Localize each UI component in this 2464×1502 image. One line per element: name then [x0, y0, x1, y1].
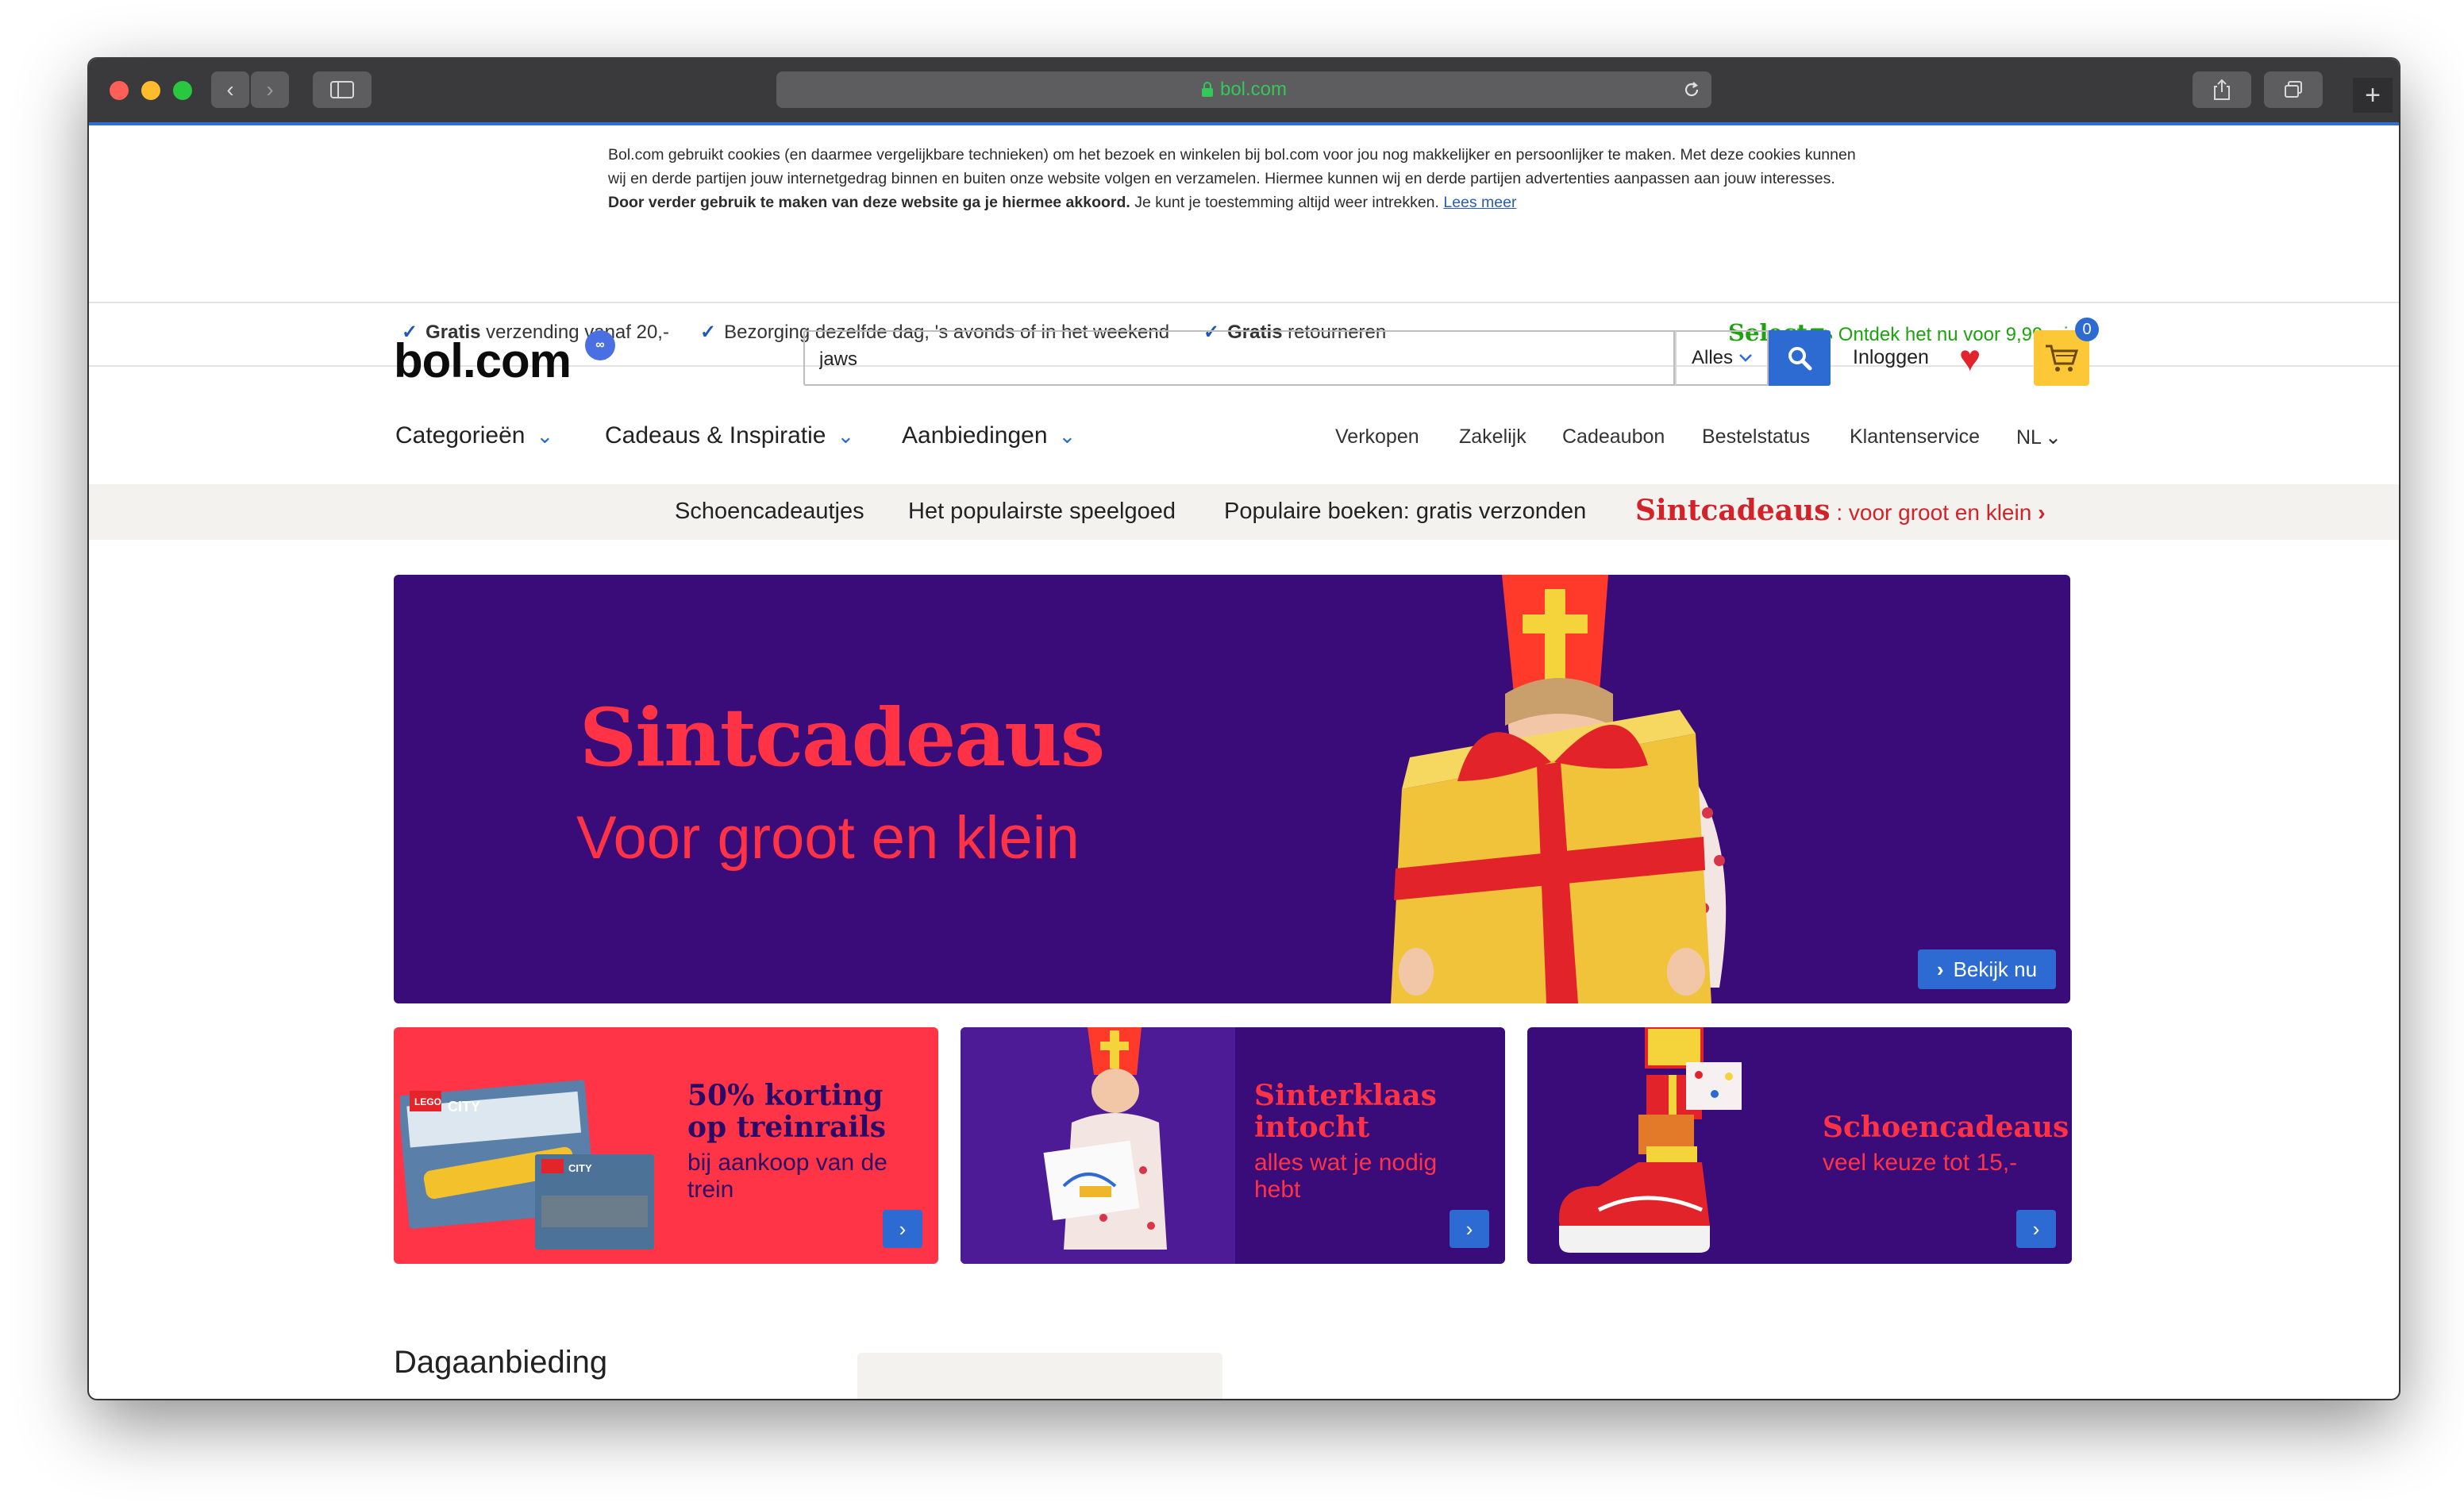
new-tab-button[interactable]: + — [2353, 78, 2393, 113]
strip-link-popular-books[interactable]: Populaire boeken: gratis verzonden — [1224, 499, 1586, 525]
search-icon — [1788, 347, 1812, 371]
chevron-right-icon: › — [2032, 1216, 2040, 1241]
svg-text:LEGO: LEGO — [414, 1096, 441, 1107]
chevron-down-icon: ⌄ — [2044, 426, 2062, 449]
search-button[interactable] — [1769, 330, 1831, 386]
minimize-window-button[interactable] — [141, 81, 160, 100]
tile-arrow-button[interactable]: › — [2016, 1210, 2056, 1248]
hero-title: Sintcadeaus — [579, 691, 1105, 784]
address-bar[interactable]: bol.com — [776, 71, 1711, 108]
nav-gift-card[interactable]: Cadeaubon — [1562, 426, 1665, 449]
search-box — [803, 330, 1675, 386]
chevron-down-icon: ⌄ — [1058, 424, 1076, 448]
strip-link-sint-gifts[interactable]: Sintcadeaus : voor groot en klein › — [1635, 494, 2046, 527]
lego-city-boxes-image: LEGO CITY CITY — [400, 1080, 654, 1250]
tabs-overview-button[interactable] — [2264, 71, 2323, 108]
cookie-notice: Bol.com gebruikt cookies (en daarmee ver… — [89, 125, 2399, 303]
site-logo[interactable]: bol.com — [394, 333, 572, 388]
hero-cta-button[interactable]: › Bekijk nu — [1918, 949, 2056, 989]
promo-tile-train-tracks[interactable]: LEGO CITY CITY 50% korting op treinrails… — [394, 1027, 938, 1264]
tile-title-line2: intocht — [1254, 1111, 1370, 1144]
tile-title-line1: 50% korting — [687, 1079, 884, 1112]
chevron-down-icon: ⌄ — [536, 424, 554, 448]
sidebar-icon — [330, 81, 354, 98]
plus-icon: + — [2365, 79, 2381, 110]
hero-child-with-gift-image — [1391, 575, 1727, 1003]
tile-subtitle-line1: alles wat je nodig — [1254, 1150, 1438, 1176]
tile-title-line1: Sinterklaas — [1254, 1079, 1437, 1112]
url-text: bol.com — [1219, 79, 1288, 100]
wishlist-heart-icon[interactable]: ♥ — [1959, 340, 1981, 376]
sneaker-with-gifts-image — [1559, 1027, 1742, 1253]
back-icon: ‹ — [226, 77, 234, 102]
hero-subtitle: Voor groot en klein — [576, 804, 1080, 872]
lego-box-badge: CITY — [448, 1099, 480, 1115]
chevron-right-icon: › — [1465, 1216, 1473, 1241]
chevron-right-icon: › — [899, 1216, 907, 1241]
check-icon: ✓ — [700, 322, 717, 343]
cart-icon — [2046, 345, 2079, 372]
forward-icon: › — [266, 77, 274, 102]
logo-badge-icon: ∞ — [585, 330, 615, 360]
section-title-daily-deal: Dagaanbieding — [394, 1345, 608, 1380]
daily-deal-card[interactable] — [857, 1353, 1222, 1399]
tile-title-line2: op treinrails — [687, 1111, 886, 1144]
chevron-down-icon — [1739, 354, 1752, 362]
child-with-drawing-image — [1043, 1027, 1167, 1250]
reload-icon[interactable] — [1681, 79, 1702, 100]
chevron-right-icon: › — [1936, 957, 1944, 981]
tile-subtitle-line2: trein — [687, 1177, 734, 1203]
close-window-button[interactable] — [110, 81, 129, 100]
browser-toolbar: ‹ › bol.com + — [89, 59, 2399, 124]
login-link[interactable]: Inloggen — [1853, 346, 1929, 369]
forward-button[interactable]: › — [251, 71, 289, 108]
zoom-window-button[interactable] — [173, 81, 192, 100]
tabs-icon — [2285, 81, 2302, 98]
cookie-read-more-link[interactable]: Lees meer — [1443, 194, 1516, 211]
search-scope-select[interactable]: Alles — [1675, 330, 1769, 386]
nav-order-status[interactable]: Bestelstatus — [1702, 426, 1810, 449]
sidebar-toggle-button[interactable] — [313, 71, 372, 108]
promo-tile-shoe-gifts[interactable]: Schoencadeaus veel keuze tot 15,- › — [1527, 1027, 2072, 1264]
promo-tile-sinterklaas-arrival[interactable]: Sinterklaas intocht alles wat je nodig h… — [961, 1027, 1505, 1264]
strip-link-popular-toys[interactable]: Het populairste speelgoed — [908, 499, 1176, 525]
nav-business[interactable]: Zakelijk — [1459, 426, 1527, 449]
tile-subtitle-line1: bij aankoop van de — [687, 1150, 887, 1176]
nav-sell[interactable]: Verkopen — [1335, 426, 1419, 449]
browser-window: ‹ › bol.com + Bol.com gebruikt cookies (… — [89, 59, 2399, 1399]
nav-customer-service[interactable]: Klantenservice — [1850, 426, 1980, 449]
tile-title-line1: Schoencadeaus — [1823, 1111, 2069, 1144]
nav-categories[interactable]: Categorieën ⌄ — [395, 422, 553, 449]
tile-subtitle-line1: veel keuze tot 15,- — [1823, 1150, 2018, 1176]
nav-gifts-inspiration[interactable]: Cadeaus & Inspiratie ⌄ — [605, 422, 854, 449]
cart-count-badge: 0 — [2075, 318, 2099, 341]
tile-subtitle-line2: hebt — [1254, 1177, 1301, 1203]
lock-icon — [1201, 82, 1213, 97]
tile-arrow-button[interactable]: › — [1450, 1210, 1489, 1248]
svg-text:CITY: CITY — [568, 1162, 592, 1174]
nav-deals[interactable]: Aanbiedingen ⌄ — [902, 422, 1076, 449]
chevron-right-icon: › — [2038, 500, 2046, 525]
share-button[interactable] — [2193, 71, 2251, 108]
search-input[interactable] — [818, 343, 1615, 376]
chevron-down-icon: ⌄ — [837, 424, 855, 448]
strip-link-shoe-gifts[interactable]: Schoencadeautjes — [675, 499, 864, 525]
language-select[interactable]: NL ⌄ — [2016, 426, 2062, 449]
hero-banner[interactable]: Sintcadeaus Voor groot en klein › Bekijk… — [394, 575, 2070, 1003]
back-button[interactable]: ‹ — [211, 71, 249, 108]
promo-strip: Schoencadeautjes Het populairste speelgo… — [89, 484, 2399, 540]
cookie-text: Bol.com gebruikt cookies (en daarmee ver… — [608, 146, 1856, 211]
tile-arrow-button[interactable]: › — [883, 1210, 922, 1248]
share-icon — [2214, 79, 2230, 100]
